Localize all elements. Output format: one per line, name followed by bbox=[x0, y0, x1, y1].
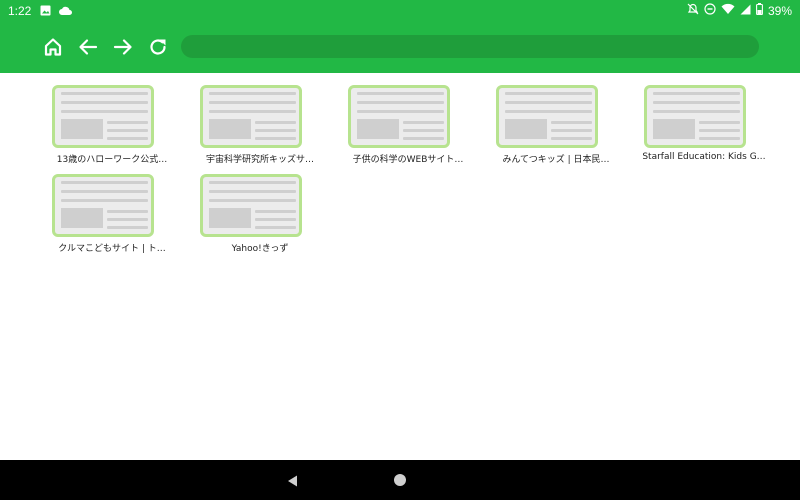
page-thumbnail-icon bbox=[496, 85, 598, 148]
battery-icon bbox=[756, 3, 763, 18]
signal-icon bbox=[740, 4, 751, 18]
bookmark-title: みんてつキッズ | 日本民… bbox=[502, 155, 610, 165]
back-triangle-icon bbox=[288, 475, 297, 487]
forward-arrow-icon bbox=[113, 39, 132, 55]
bookmark-grid: 13歳のハローワーク公式… 宇宙科学研究所キッズサ… 子供の科学のWEBサイト… bbox=[0, 73, 800, 460]
battery-percent: 39% bbox=[767, 3, 792, 18]
bookmark-title: Yahoo!きっず bbox=[231, 244, 289, 254]
bookmark-title: Starfall Education: Kids G… bbox=[642, 152, 766, 162]
page-thumbnail-icon bbox=[52, 174, 154, 237]
cloud-icon bbox=[59, 5, 72, 19]
home-button[interactable] bbox=[41, 35, 65, 59]
back-button[interactable] bbox=[76, 35, 100, 59]
bookmark-tile[interactable]: クルマこどもサイト | ト… bbox=[34, 162, 166, 254]
back-arrow-icon bbox=[79, 39, 98, 55]
reload-button[interactable] bbox=[146, 35, 170, 59]
nav-back-button[interactable] bbox=[286, 473, 300, 487]
bookmark-title: クルマこどもサイト | ト… bbox=[58, 244, 166, 254]
image-icon bbox=[40, 5, 51, 19]
forward-button[interactable] bbox=[111, 35, 135, 59]
dnd-icon bbox=[704, 3, 716, 18]
mute-icon bbox=[687, 3, 699, 18]
reload-icon bbox=[150, 39, 166, 55]
bookmark-tile[interactable]: みんてつキッズ | 日本民… bbox=[478, 73, 610, 165]
page-thumbnail-icon bbox=[200, 85, 302, 148]
bookmark-title: 子供の科学のWEBサイト… bbox=[352, 155, 464, 165]
bookmark-tile[interactable]: Yahoo!きっず bbox=[182, 162, 302, 254]
bookmark-tile[interactable]: Starfall Education: Kids G… bbox=[626, 73, 766, 162]
page-thumbnail-icon bbox=[200, 174, 302, 237]
system-nav-bar bbox=[0, 460, 800, 500]
bookmark-tile[interactable]: 子供の科学のWEBサイト… bbox=[330, 73, 463, 165]
nav-home-button[interactable] bbox=[394, 474, 406, 486]
address-bar[interactable] bbox=[181, 35, 759, 58]
bookmark-tile[interactable]: 宇宙科学研究所キッズサ… bbox=[182, 73, 314, 165]
bookmark-tile[interactable]: 13歳のハローワーク公式… bbox=[34, 73, 167, 165]
status-time: 1:22 bbox=[8, 4, 32, 18]
page-thumbnail-icon bbox=[52, 85, 154, 148]
page-thumbnail-icon bbox=[348, 85, 450, 148]
home-icon bbox=[44, 38, 62, 56]
browser-toolbar bbox=[0, 22, 800, 73]
status-bar: 1:22 39% bbox=[0, 0, 800, 22]
page-thumbnail-icon bbox=[644, 85, 746, 148]
wifi-icon bbox=[721, 3, 735, 18]
